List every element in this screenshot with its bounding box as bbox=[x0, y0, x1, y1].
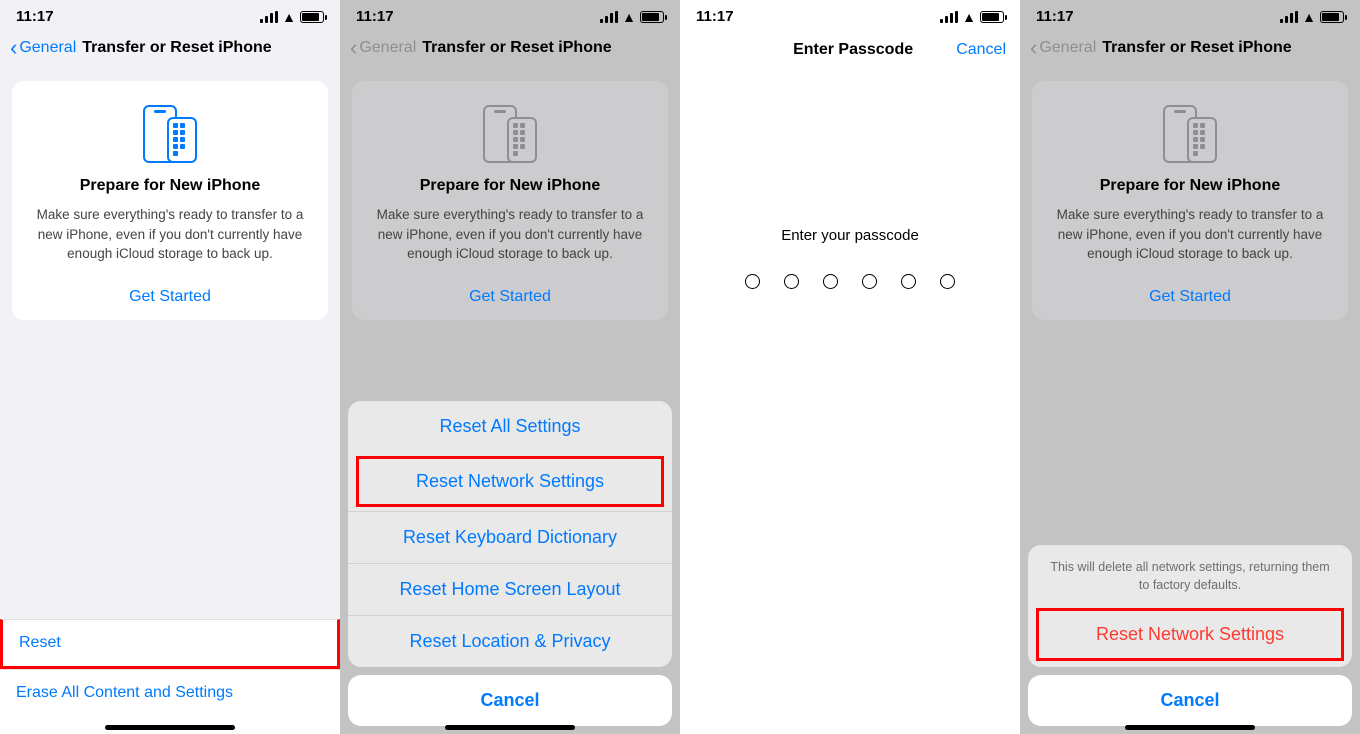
transfer-phones-icon bbox=[1046, 99, 1334, 163]
reset-network-confirm-button[interactable]: Reset Network Settings bbox=[1039, 611, 1341, 658]
back-label: General bbox=[359, 39, 416, 57]
prepare-card: Prepare for New iPhone Make sure everyth… bbox=[12, 81, 328, 320]
signal-icon bbox=[940, 11, 958, 23]
reset-row[interactable]: Reset bbox=[0, 619, 340, 669]
chevron-left-icon: ‹ bbox=[1030, 37, 1037, 59]
get-started-button[interactable]: Get Started bbox=[1149, 288, 1231, 306]
status-icons: ▲ bbox=[260, 9, 324, 25]
get-started-button[interactable]: Get Started bbox=[469, 288, 551, 306]
action-sheet-list: Reset All Settings Reset Network Setting… bbox=[348, 401, 672, 667]
confirm-alert: This will delete all network settings, r… bbox=[1028, 545, 1352, 726]
prepare-card: Prepare for New iPhone Make sure everyth… bbox=[1032, 81, 1348, 320]
reset-action-sheet: Reset All Settings Reset Network Setting… bbox=[348, 401, 672, 726]
status-bar: 11:17 ▲ bbox=[1020, 0, 1360, 27]
status-time: 11:17 bbox=[16, 8, 54, 25]
screen-1-transfer-reset: 11:17 ▲ ‹ General Transfer or Reset iPho… bbox=[0, 0, 340, 734]
passcode-dot bbox=[823, 274, 838, 289]
card-body: Make sure everything's ready to transfer… bbox=[366, 205, 654, 264]
alert-box: This will delete all network settings, r… bbox=[1028, 545, 1352, 667]
status-time: 11:17 bbox=[356, 8, 394, 25]
signal-icon bbox=[1280, 11, 1298, 23]
nav-bar: ‹ General Transfer or Reset iPhone bbox=[340, 27, 680, 69]
passcode-dot bbox=[784, 274, 799, 289]
back-label: General bbox=[19, 39, 76, 57]
chevron-left-icon: ‹ bbox=[10, 37, 17, 59]
nav-title: Transfer or Reset iPhone bbox=[422, 39, 611, 57]
signal-icon bbox=[600, 11, 618, 23]
battery-icon bbox=[980, 11, 1004, 23]
card-heading: Prepare for New iPhone bbox=[366, 177, 654, 195]
screen-2-reset-sheet: 11:17 ▲ ‹ General Transfer or Reset iPho… bbox=[340, 0, 680, 734]
card-heading: Prepare for New iPhone bbox=[26, 177, 314, 195]
nav-title: Transfer or Reset iPhone bbox=[82, 39, 271, 57]
battery-icon bbox=[640, 11, 664, 23]
wifi-icon: ▲ bbox=[282, 9, 296, 25]
nav-bar: ‹ General Transfer or Reset iPhone bbox=[1020, 27, 1360, 69]
passcode-title: Enter Passcode bbox=[750, 41, 956, 59]
passcode-prompt: Enter your passcode bbox=[680, 227, 1020, 244]
status-bar: 11:17 ▲ bbox=[0, 0, 340, 27]
transfer-phones-icon bbox=[366, 99, 654, 163]
back-label: General bbox=[1039, 39, 1096, 57]
passcode-dot bbox=[940, 274, 955, 289]
battery-icon bbox=[1320, 11, 1344, 23]
highlight-box: Reset Network Settings bbox=[356, 456, 664, 507]
alert-message: This will delete all network settings, r… bbox=[1028, 545, 1352, 606]
passcode-dots[interactable] bbox=[680, 274, 1020, 289]
passcode-nav: Enter Passcode Cancel bbox=[680, 27, 1020, 67]
screen-4-confirm-reset: 11:17 ▲ ‹ General Transfer or Reset iPho… bbox=[1020, 0, 1360, 734]
back-button: ‹ General bbox=[350, 37, 416, 59]
back-button: ‹ General bbox=[1030, 37, 1096, 59]
action-sheet-cancel-button[interactable]: Cancel bbox=[348, 675, 672, 726]
nav-title: Transfer or Reset iPhone bbox=[1102, 39, 1291, 57]
status-icons: ▲ bbox=[1280, 9, 1344, 25]
signal-icon bbox=[260, 11, 278, 23]
status-bar: 11:17 ▲ bbox=[340, 0, 680, 27]
get-started-button[interactable]: Get Started bbox=[129, 288, 211, 306]
reset-location-privacy-button[interactable]: Reset Location & Privacy bbox=[348, 615, 672, 667]
status-bar: 11:17 ▲ bbox=[680, 0, 1020, 27]
home-indicator[interactable] bbox=[445, 725, 575, 730]
screen-3-enter-passcode: 11:17 ▲ Enter Passcode Cancel Enter your… bbox=[680, 0, 1020, 734]
nav-bar: ‹ General Transfer or Reset iPhone bbox=[0, 27, 340, 69]
reset-keyboard-dictionary-button[interactable]: Reset Keyboard Dictionary bbox=[348, 511, 672, 563]
reset-home-screen-layout-button[interactable]: Reset Home Screen Layout bbox=[348, 563, 672, 615]
wifi-icon: ▲ bbox=[622, 9, 636, 25]
wifi-icon: ▲ bbox=[962, 9, 976, 25]
passcode-dot bbox=[862, 274, 877, 289]
card-heading: Prepare for New iPhone bbox=[1046, 177, 1334, 195]
card-body: Make sure everything's ready to transfer… bbox=[26, 205, 314, 264]
passcode-cancel-button[interactable]: Cancel bbox=[956, 41, 1006, 59]
highlight-box: Reset Network Settings bbox=[1036, 608, 1344, 661]
status-icons: ▲ bbox=[600, 9, 664, 25]
battery-icon bbox=[300, 11, 324, 23]
passcode-dot bbox=[745, 274, 760, 289]
wifi-icon: ▲ bbox=[1302, 9, 1316, 25]
reset-network-settings-button[interactable]: Reset Network Settings bbox=[359, 459, 661, 504]
transfer-phones-icon bbox=[26, 99, 314, 163]
prepare-card: Prepare for New iPhone Make sure everyth… bbox=[352, 81, 668, 320]
chevron-left-icon: ‹ bbox=[350, 37, 357, 59]
erase-all-row[interactable]: Erase All Content and Settings bbox=[0, 669, 340, 716]
status-time: 11:17 bbox=[696, 8, 734, 25]
status-icons: ▲ bbox=[940, 9, 1004, 25]
alert-cancel-button[interactable]: Cancel bbox=[1028, 675, 1352, 726]
home-indicator[interactable] bbox=[1125, 725, 1255, 730]
home-indicator[interactable] bbox=[105, 725, 235, 730]
card-body: Make sure everything's ready to transfer… bbox=[1046, 205, 1334, 264]
reset-all-settings-button[interactable]: Reset All Settings bbox=[348, 401, 672, 452]
passcode-dot bbox=[901, 274, 916, 289]
back-button[interactable]: ‹ General bbox=[10, 37, 76, 59]
reset-options-list: Reset Erase All Content and Settings bbox=[0, 619, 340, 734]
status-time: 11:17 bbox=[1036, 8, 1074, 25]
